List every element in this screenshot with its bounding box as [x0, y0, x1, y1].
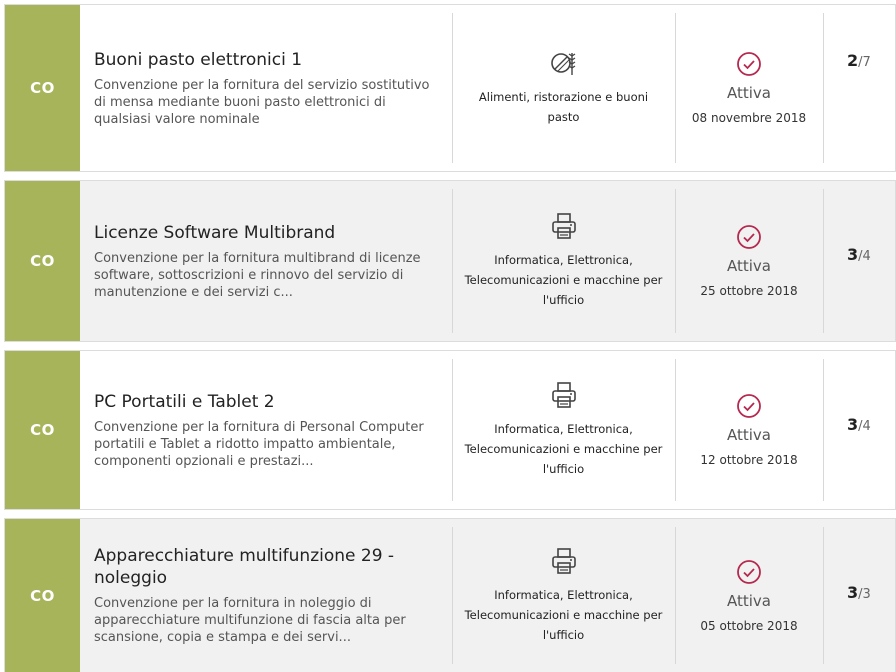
count-current: 3: [847, 583, 859, 602]
item-description: Convenzione per la fornitura multibrand …: [94, 250, 421, 300]
category-label: Alimenti, ristorazione e buoni pasto: [478, 90, 649, 124]
category-cell: Informatica, Elettronica, Telecomunicazi…: [452, 519, 675, 672]
status-text: Attiva: [727, 426, 771, 444]
lot-count: 3/4: [847, 245, 871, 264]
count-current: 2: [847, 51, 859, 70]
item-info: Apparecchiature multifunzione 29 - noleg…: [80, 519, 452, 672]
count-total: /3: [858, 587, 871, 602]
item-title[interactable]: PC Portatili e Tablet 2: [94, 391, 438, 413]
category-label: Informatica, Elettronica, Telecomunicazi…: [464, 587, 663, 642]
divider: [452, 13, 453, 163]
category-cell: Informatica, Elettronica, Telecomunicazi…: [452, 181, 675, 341]
check-circle-icon: [737, 52, 761, 76]
convention-list: CO Buoni pasto elettronici 1 Convenzione…: [0, 0, 896, 672]
count-current: 3: [847, 245, 859, 264]
list-item[interactable]: CO Licenze Software Multibrand Convenzio…: [4, 180, 896, 342]
food-wheat-icon: [550, 53, 575, 75]
printer-icon: [551, 382, 576, 408]
count-total: /7: [858, 55, 871, 70]
divider: [675, 359, 676, 501]
printer-icon: [551, 213, 576, 239]
printer-icon: [551, 547, 576, 574]
item-info: Buoni pasto elettronici 1 Convenzione pe…: [80, 5, 452, 171]
list-item[interactable]: CO Apparecchiature multifunzione 29 - no…: [4, 518, 896, 672]
status-text: Attiva: [727, 257, 771, 275]
divider: [675, 189, 676, 333]
item-description: Convenzione per la fornitura di Personal…: [94, 419, 424, 469]
item-info: Licenze Software Multibrand Convenzione …: [80, 181, 452, 341]
type-badge: CO: [5, 5, 80, 171]
count-cell: 3/4: [823, 351, 895, 509]
list-item[interactable]: CO Buoni pasto elettronici 1 Convenzione…: [4, 4, 896, 172]
status-date: 25 ottobre 2018: [700, 284, 798, 298]
divider: [452, 527, 453, 664]
count-total: /4: [858, 419, 871, 434]
type-badge: CO: [5, 351, 80, 509]
item-description: Convenzione per la fornitura in noleggio…: [94, 596, 406, 645]
status-text: Attiva: [727, 591, 771, 610]
count-cell: 3/4: [823, 181, 895, 341]
divider: [675, 13, 676, 163]
divider: [675, 527, 676, 664]
status-cell: Attiva 12 ottobre 2018: [675, 351, 823, 509]
status-date: 08 novembre 2018: [691, 111, 807, 125]
count-current: 3: [847, 415, 859, 434]
category-cell: Informatica, Elettronica, Telecomunicazi…: [452, 351, 675, 509]
lot-count: 3/4: [847, 415, 871, 434]
lot-count: 3/3: [847, 583, 871, 602]
category-cell: Alimenti, ristorazione e buoni pasto: [452, 5, 675, 171]
category-label: Informatica, Elettronica, Telecomunicazi…: [464, 253, 663, 307]
category-label: Informatica, Elettronica, Telecomunicazi…: [464, 422, 663, 476]
status-date: 12 ottobre 2018: [700, 453, 798, 467]
divider: [823, 189, 824, 333]
divider: [823, 527, 824, 664]
type-badge: CO: [5, 181, 80, 341]
count-total: /4: [858, 249, 871, 264]
status-cell: Attiva 05 ottobre 2018: [675, 519, 823, 672]
check-circle-icon: [737, 394, 761, 418]
divider: [823, 13, 824, 163]
divider: [452, 189, 453, 333]
item-title[interactable]: Buoni pasto elettronici 1: [94, 49, 438, 71]
count-cell: 3/3: [823, 519, 895, 672]
count-cell: 2/7: [823, 5, 895, 171]
divider: [452, 359, 453, 501]
item-info: PC Portatili e Tablet 2 Convenzione per …: [80, 351, 452, 509]
item-title[interactable]: Licenze Software Multibrand: [94, 222, 438, 244]
status-text: Attiva: [727, 84, 771, 102]
item-description: Convenzione per la fornitura del servizi…: [94, 77, 430, 127]
status-date: 05 ottobre 2018: [700, 618, 798, 633]
status-cell: Attiva 08 novembre 2018: [675, 5, 823, 171]
check-circle-icon: [737, 559, 761, 584]
check-circle-icon: [737, 225, 761, 249]
status-cell: Attiva 25 ottobre 2018: [675, 181, 823, 341]
list-item[interactable]: CO PC Portatili e Tablet 2 Convenzione p…: [4, 350, 896, 510]
lot-count: 2/7: [847, 51, 871, 70]
divider: [823, 359, 824, 501]
type-badge: CO: [5, 519, 80, 672]
item-title[interactable]: Apparecchiature multifunzione 29 - noleg…: [94, 545, 438, 589]
